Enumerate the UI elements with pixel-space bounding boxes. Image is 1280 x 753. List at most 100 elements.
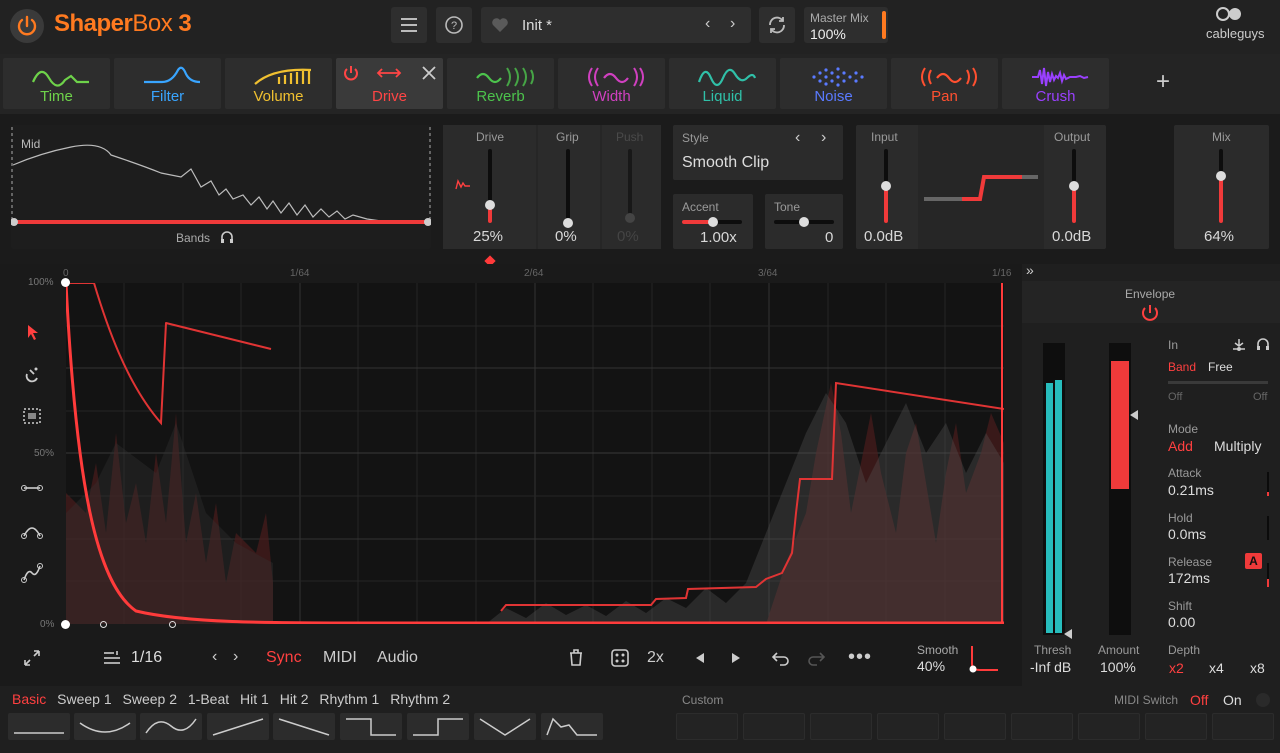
hold-fader[interactable]: [1267, 516, 1269, 540]
curve-handle[interactable]: [100, 621, 107, 628]
headphones-icon[interactable]: [219, 230, 235, 244]
preset-shape-square-up[interactable]: [407, 713, 469, 740]
collapse-panel-icon[interactable]: »: [1026, 262, 1034, 278]
preset-shape-sine[interactable]: [74, 713, 136, 740]
tab-reverb[interactable]: Reverb: [447, 58, 554, 109]
preset-tab-sweep2[interactable]: Sweep 2: [123, 691, 177, 707]
thresh-value[interactable]: -Inf dB: [1030, 659, 1071, 675]
smooth-curve-icon[interactable]: [966, 644, 1000, 674]
hold-value[interactable]: 0.0ms: [1168, 526, 1206, 542]
shift-left-icon[interactable]: [694, 651, 706, 665]
release-fader[interactable]: [1267, 563, 1269, 587]
style-selector[interactable]: Style ‹ › Smooth Clip: [673, 125, 843, 180]
tab-crush[interactable]: Crush: [1002, 58, 1109, 109]
style-prev-icon[interactable]: ‹: [795, 129, 800, 147]
pointer-tool-icon[interactable]: [22, 322, 42, 342]
attack-value[interactable]: 0.21ms: [1168, 482, 1214, 498]
preset-tab-hit2[interactable]: Hit 2: [280, 691, 309, 707]
custom-preset-slot[interactable]: [743, 713, 805, 740]
shape-graph-canvas[interactable]: [64, 282, 1005, 625]
preset-shape-ramp-up[interactable]: [207, 713, 269, 740]
preset-shape-flat[interactable]: [8, 713, 70, 740]
dice-icon[interactable]: [610, 648, 630, 668]
sync-mode-button[interactable]: Sync: [266, 649, 302, 667]
shift-right-icon[interactable]: [730, 651, 742, 665]
accent-slider-handle[interactable]: [708, 217, 718, 227]
zoom-button[interactable]: 2x: [647, 649, 664, 667]
band-spectrum-panel[interactable]: Mid Bands: [11, 125, 431, 249]
grid-next-icon[interactable]: ›: [233, 648, 238, 666]
preset-selector[interactable]: Init * ‹ ›: [481, 7, 751, 43]
mode-multiply-option[interactable]: Multiply: [1214, 438, 1261, 454]
heart-icon[interactable]: [491, 17, 509, 33]
tab-pan[interactable]: Pan: [891, 58, 998, 109]
tab-width[interactable]: Width: [558, 58, 665, 109]
expand-icon[interactable]: [22, 648, 42, 668]
curve-handle[interactable]: [169, 621, 176, 628]
output-fader-handle[interactable]: [1069, 181, 1079, 191]
sidechain-icon[interactable]: [1230, 337, 1248, 353]
custom-preset-slot[interactable]: [944, 713, 1006, 740]
tab-time[interactable]: Time: [3, 58, 110, 109]
next-preset-icon[interactable]: ›: [730, 15, 735, 33]
envelope-headphones-icon[interactable]: [1255, 337, 1271, 351]
preset-shape-sine-inv[interactable]: [140, 713, 202, 740]
select-tool-icon[interactable]: [22, 406, 42, 426]
tone-control[interactable]: Tone 0: [765, 194, 843, 249]
more-options-icon[interactable]: •••: [848, 646, 872, 669]
input-fader-handle[interactable]: [881, 181, 891, 191]
help-button[interactable]: ?: [436, 7, 472, 43]
amount-marker-icon[interactable]: [1129, 409, 1139, 421]
grid-value[interactable]: 1/16: [131, 649, 162, 667]
compare-button[interactable]: [759, 7, 795, 43]
preset-tab-basic[interactable]: Basic: [12, 691, 46, 707]
tab-filter[interactable]: Filter: [114, 58, 221, 109]
help-toggle-icon[interactable]: [1256, 693, 1270, 707]
depth-x8-option[interactable]: x8: [1250, 660, 1265, 676]
in-band-option[interactable]: Band: [1168, 360, 1196, 374]
mix-fader-handle[interactable]: [1216, 170, 1226, 181]
midi-mode-button[interactable]: MIDI: [323, 649, 357, 667]
prev-preset-icon[interactable]: ‹: [705, 15, 710, 33]
preset-tab-rhythm2[interactable]: Rhythm 2: [390, 691, 450, 707]
drive-power-icon[interactable]: [342, 64, 360, 82]
tab-drive[interactable]: Drive: [336, 58, 443, 109]
custom-preset-slot[interactable]: [1145, 713, 1207, 740]
preset-shape-square-down[interactable]: [340, 713, 402, 740]
undo-icon[interactable]: [771, 649, 791, 667]
preset-tab-rhythm1[interactable]: Rhythm 1: [319, 691, 379, 707]
tab-noise[interactable]: Noise: [780, 58, 887, 109]
tab-liquid[interactable]: Liquid: [669, 58, 776, 109]
power-button[interactable]: [10, 9, 44, 43]
tone-slider-handle[interactable]: [799, 217, 809, 227]
smooth-value[interactable]: 40%: [917, 658, 945, 674]
custom-preset-slot[interactable]: [676, 713, 738, 740]
shape-graph[interactable]: [64, 282, 1005, 625]
curve-point[interactable]: [61, 620, 70, 629]
custom-preset-slot[interactable]: [1212, 713, 1274, 740]
preset-shape-pluck[interactable]: [541, 713, 603, 740]
attack-fader[interactable]: [1267, 472, 1269, 496]
curve-tool-icon[interactable]: [20, 520, 44, 540]
release-value[interactable]: 172ms: [1168, 570, 1210, 586]
grip-fader-handle[interactable]: [563, 218, 573, 228]
release-auto-badge[interactable]: A: [1245, 553, 1262, 569]
magnet-tool-icon[interactable]: [22, 364, 42, 384]
grid-prev-icon[interactable]: ‹: [212, 648, 217, 666]
style-next-icon[interactable]: ›: [821, 129, 826, 147]
preset-tab-hit1[interactable]: Hit 1: [240, 691, 269, 707]
custom-preset-slot[interactable]: [810, 713, 872, 740]
custom-preset-slot[interactable]: [877, 713, 939, 740]
drive-fader-handle[interactable]: [485, 199, 495, 210]
envelope-power-icon[interactable]: [1140, 303, 1160, 323]
in-range-slider[interactable]: [1168, 381, 1268, 384]
move-arrows-icon[interactable]: [376, 64, 402, 82]
thresh-marker-icon[interactable]: [1063, 628, 1073, 640]
preset-tab-sweep1[interactable]: Sweep 1: [57, 691, 111, 707]
midi-switch-off[interactable]: Off: [1190, 692, 1208, 708]
amount-meter[interactable]: [1109, 343, 1131, 635]
menu-button[interactable]: [391, 7, 427, 43]
depth-x2-option[interactable]: x2: [1169, 660, 1184, 676]
midi-switch-on[interactable]: On: [1223, 692, 1242, 708]
curve-point[interactable]: [61, 278, 70, 287]
